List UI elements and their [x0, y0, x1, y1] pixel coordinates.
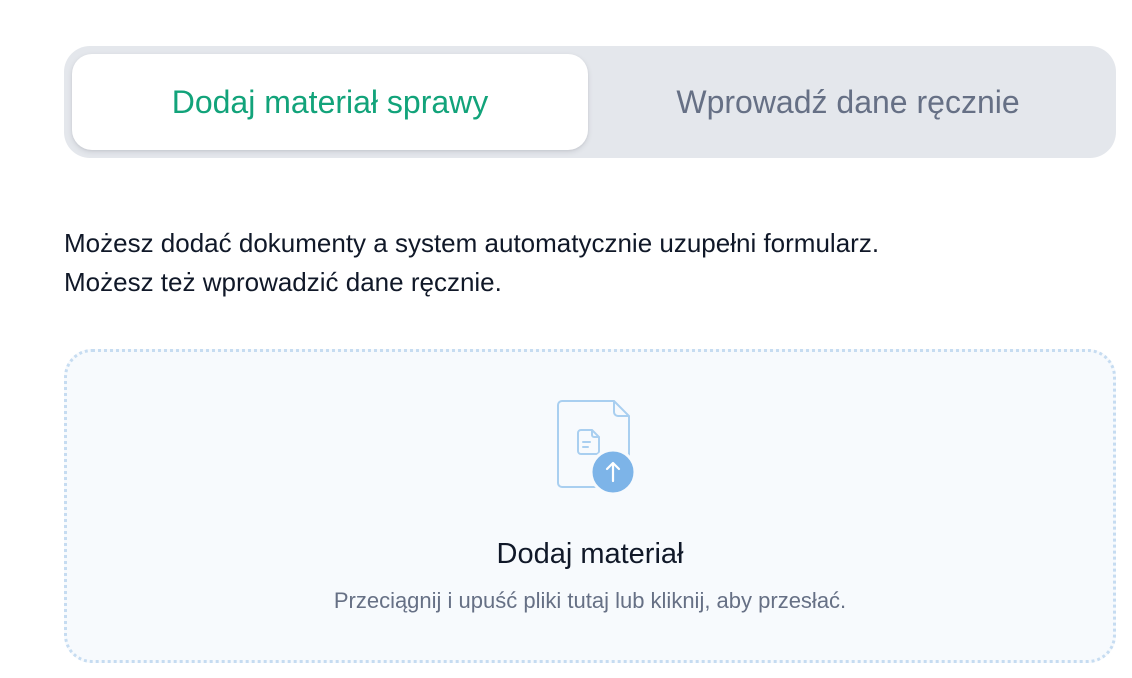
- description-text: Możesz dodać dokumenty a system automaty…: [64, 224, 1104, 302]
- file-dropzone[interactable]: Dodaj materiał Przeciągnij i upuść pliki…: [64, 349, 1116, 663]
- file-upload-icon: [557, 400, 637, 496]
- mode-tabs: Dodaj materiał sprawy Wprowadź dane ręcz…: [64, 46, 1116, 158]
- description-line-2: Możesz też wprowadzić dane ręcznie.: [64, 267, 502, 297]
- dropzone-hint: Przeciągnij i upuść pliki tutaj lub klik…: [333, 588, 847, 613]
- dropzone-title: Dodaj materiał: [496, 538, 684, 570]
- description-line-1: Możesz dodać dokumenty a system automaty…: [64, 228, 880, 258]
- tab-enter-data-manually[interactable]: Wprowadź dane ręcznie: [588, 54, 1108, 150]
- tab-add-case-material[interactable]: Dodaj materiał sprawy: [72, 54, 588, 150]
